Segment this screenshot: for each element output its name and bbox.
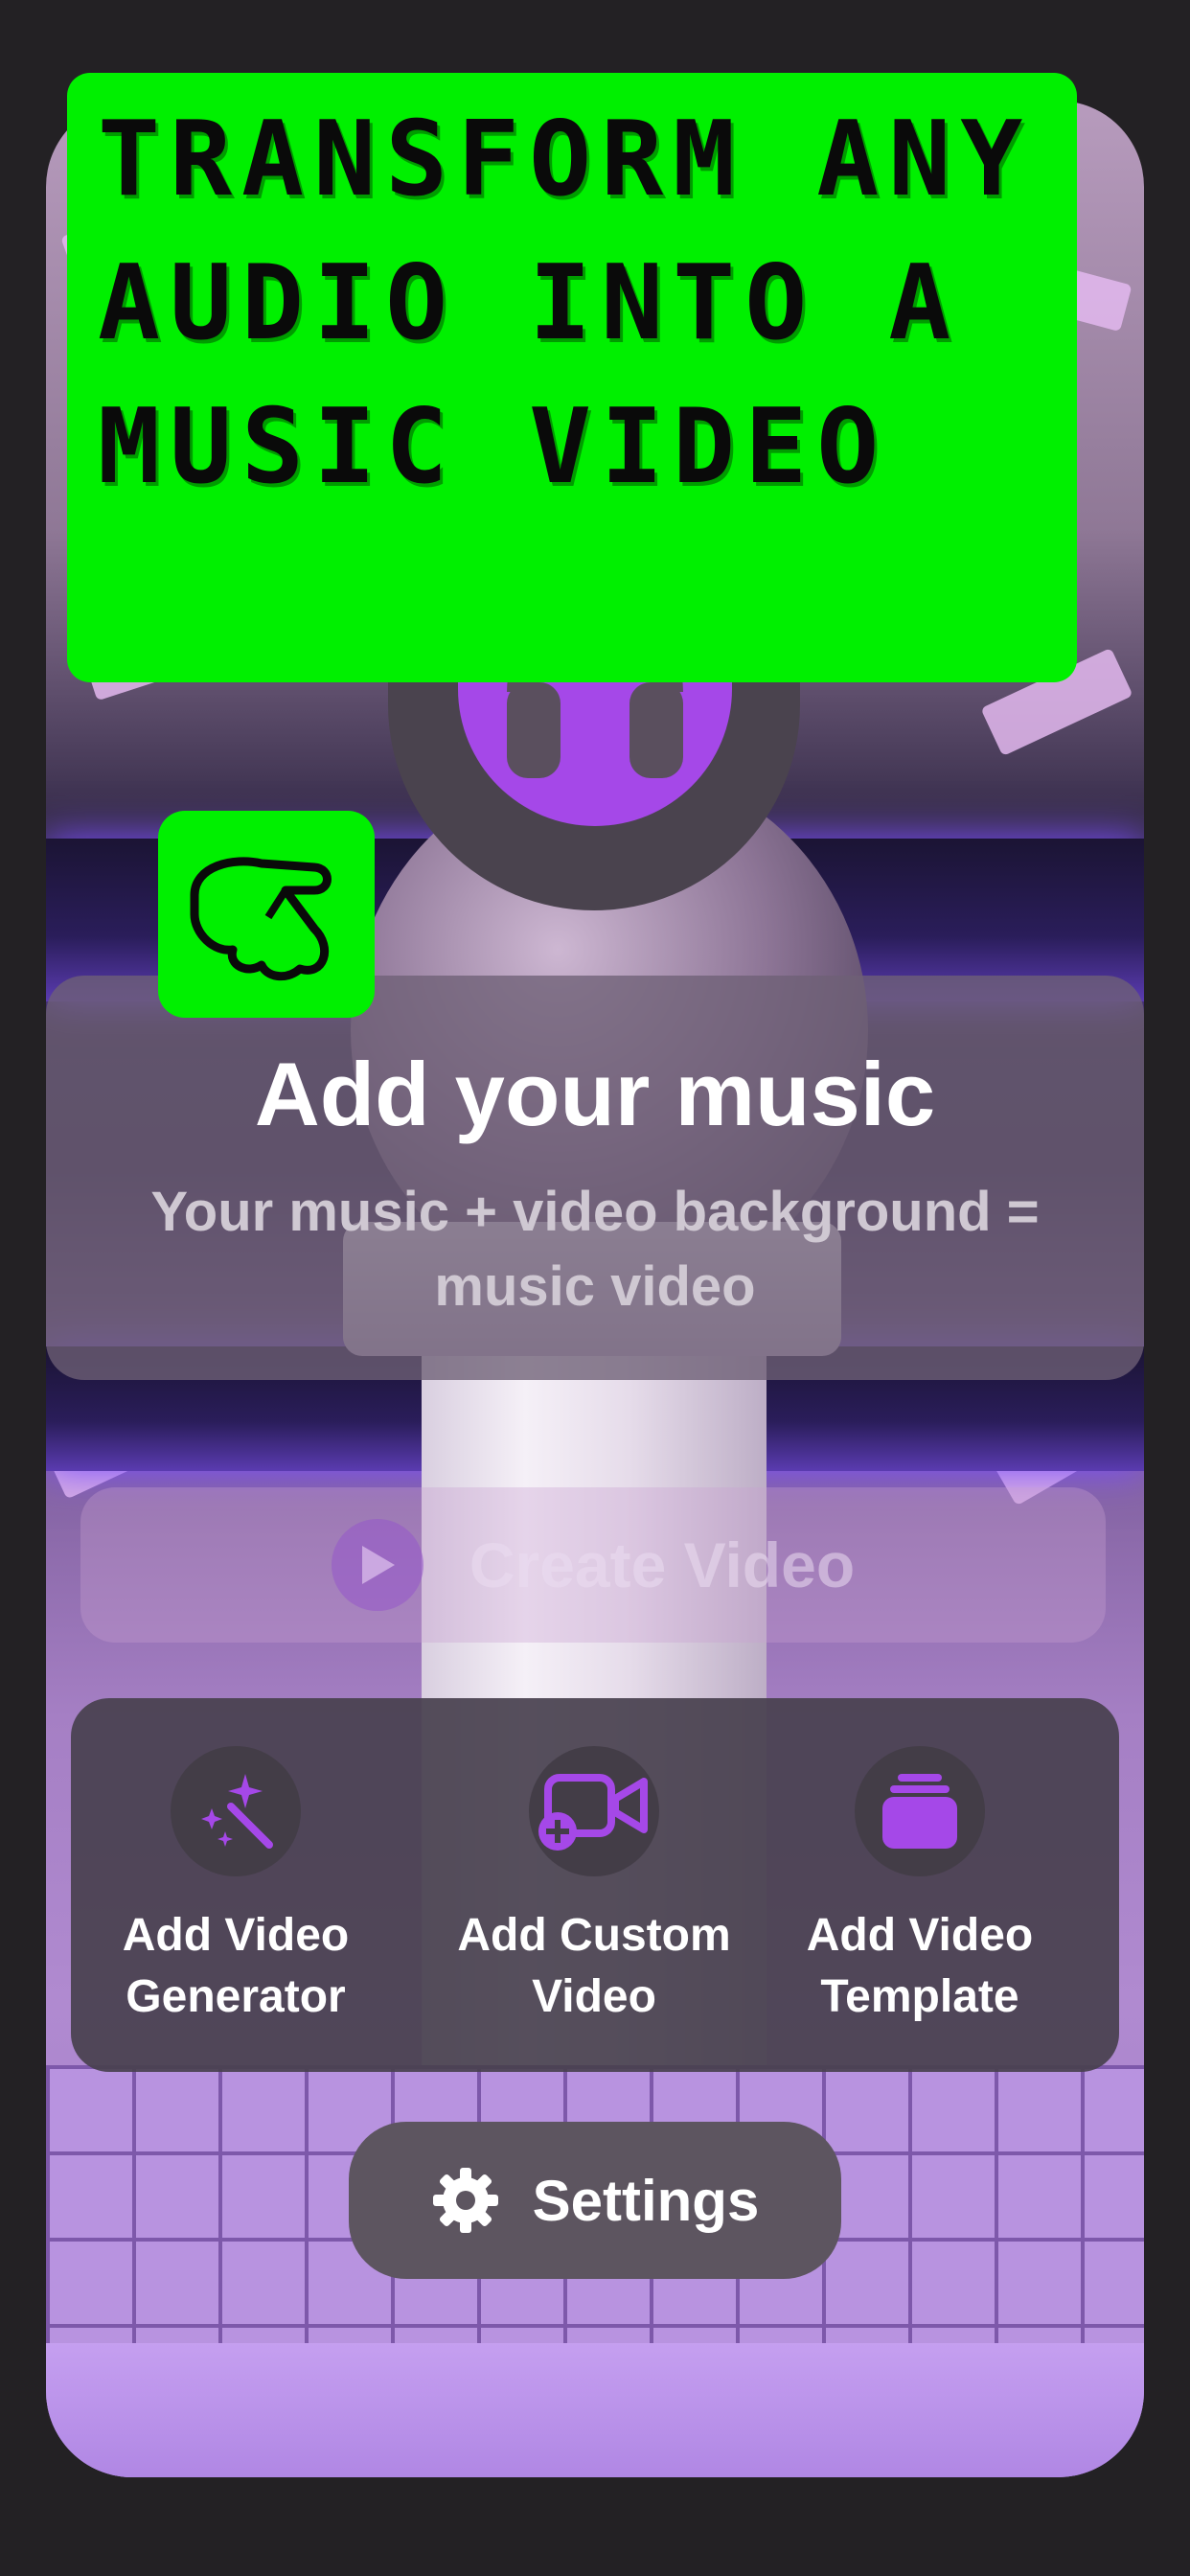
play-icon (331, 1519, 423, 1611)
add-music-subtitle: Your music + video background = music vi… (150, 1181, 1040, 1318)
settings-label: Settings (532, 2168, 760, 2233)
add-video-template-button[interactable]: Add Video Template (757, 1746, 1083, 2028)
add-video-generator-label-1: Add Video (122, 1910, 350, 1961)
gear-icon (432, 2168, 498, 2233)
banner-title: Transform any audio into a music video (98, 100, 1033, 507)
magic-wand-icon (171, 1746, 301, 1876)
add-custom-video-label-2: Video (532, 1971, 656, 2022)
add-custom-video-label-1: Add Custom (457, 1910, 731, 1961)
create-video-label: Create Video (469, 1530, 856, 1600)
add-music-title: Add your music (254, 1044, 936, 1144)
add-video-template-label-2: Template (820, 1971, 1019, 2022)
stacked-layers-icon (855, 1746, 985, 1876)
actions-panel: Add Video Generator Add Custom Video Add… (71, 1698, 1119, 2072)
add-custom-video-button[interactable]: Add Custom Video (431, 1746, 757, 2028)
video-camera-plus-icon (529, 1746, 659, 1876)
add-video-generator-button[interactable]: Add Video Generator (73, 1746, 399, 2028)
pointing-hand-icon (158, 811, 375, 1018)
add-music-card[interactable]: Add your music Your music + video backgr… (46, 976, 1144, 1380)
add-video-template-label-1: Add Video (806, 1910, 1034, 1961)
create-video-button[interactable]: Create Video (80, 1487, 1106, 1643)
promo-banner: Transform any audio into a music video (67, 73, 1077, 682)
settings-button[interactable]: Settings (349, 2122, 841, 2279)
add-video-generator-label-2: Generator (126, 1971, 346, 2022)
